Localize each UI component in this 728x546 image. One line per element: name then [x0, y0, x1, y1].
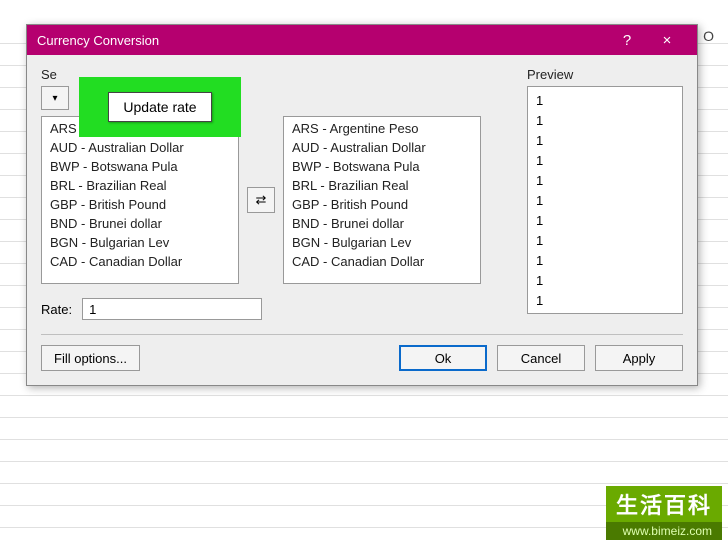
list-item[interactable]: GBP - British Pound [42, 195, 238, 214]
list-item[interactable]: BRL - Brazilian Real [284, 176, 480, 195]
list-item[interactable]: BWP - Botswana Pula [284, 157, 480, 176]
list-item[interactable]: ARS - Argentine Peso [284, 119, 480, 138]
preview-item: 1 [536, 151, 674, 171]
preview-item: 1 [536, 231, 674, 251]
list-item[interactable]: BND - Brunei dollar [284, 214, 480, 233]
source-dropdown[interactable]: ▾ [41, 86, 69, 110]
list-item[interactable]: AUD - Australian Dollar [284, 138, 480, 157]
target-currency-list[interactable]: ARS - Argentine PesoAUD - Australian Dol… [283, 116, 481, 284]
currency-conversion-dialog: Currency Conversion ? × Update rate Se ▾… [26, 24, 698, 386]
help-button[interactable]: ? [607, 32, 647, 49]
divider [41, 334, 683, 335]
fill-options-button[interactable]: Fill options... [41, 345, 140, 371]
list-item[interactable]: BGN - Bulgarian Lev [284, 233, 480, 252]
apply-button[interactable]: Apply [595, 345, 683, 371]
preview-item: 1 [536, 251, 674, 271]
preview-item: 1 [536, 131, 674, 151]
preview-label: Preview [527, 67, 683, 82]
list-item[interactable]: BGN - Bulgarian Lev [42, 233, 238, 252]
preview-item: 1 [536, 291, 674, 311]
tutorial-highlight: Update rate [79, 77, 241, 137]
preview-item: 1 [536, 191, 674, 211]
update-rate-button[interactable]: Update rate [108, 92, 211, 122]
swap-button[interactable]: ⇄ [247, 187, 275, 213]
preview-item: 1 [536, 171, 674, 191]
ok-button[interactable]: Ok [399, 345, 487, 371]
list-item[interactable]: BND - Brunei dollar [42, 214, 238, 233]
list-item[interactable]: BRL - Brazilian Real [42, 176, 238, 195]
watermark-url: www.bimeiz.com [606, 522, 722, 540]
watermark: 生活百科 www.bimeiz.com [606, 486, 722, 540]
source-currency-list[interactable]: ARS - Argentine PesoAUD - Australian Dol… [41, 116, 239, 284]
swap-icon: ⇄ [256, 192, 267, 208]
rate-label: Rate: [41, 302, 72, 317]
dialog-title: Currency Conversion [37, 33, 607, 48]
preview-item: 1 [536, 91, 674, 111]
preview-item: 1 [536, 111, 674, 131]
dialog-titlebar[interactable]: Currency Conversion ? × [27, 25, 697, 55]
watermark-title: 生活百科 [606, 486, 722, 522]
cancel-button[interactable]: Cancel [497, 345, 585, 371]
rate-input[interactable] [82, 298, 262, 320]
preview-item: 1 [536, 211, 674, 231]
list-item[interactable]: AUD - Australian Dollar [42, 138, 238, 157]
close-button[interactable]: × [647, 32, 687, 49]
chevron-down-icon: ▾ [52, 93, 57, 104]
list-item[interactable]: BWP - Botswana Pula [42, 157, 238, 176]
preview-list: 11111111111 [527, 86, 683, 314]
list-item[interactable]: GBP - British Pound [284, 195, 480, 214]
list-item[interactable]: CAD - Canadian Dollar [42, 252, 238, 271]
list-item[interactable]: CAD - Canadian Dollar [284, 252, 480, 271]
preview-item: 1 [536, 271, 674, 291]
column-header-O[interactable]: O [703, 28, 714, 44]
